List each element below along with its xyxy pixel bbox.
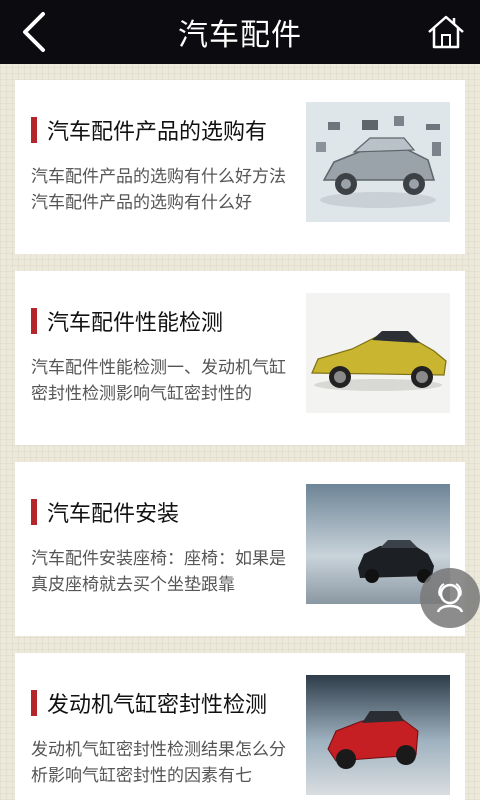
customer-service-button[interactable] [420,568,480,628]
title-accent-bar [31,499,37,525]
article-title-text: 汽车配件安装 [47,502,180,527]
top-bar: 汽车配件 [0,0,480,64]
page-title: 汽车配件 [178,18,302,53]
article-summary: 汽车配件安装座椅：座椅：如果是真皮座椅就去买个坐垫跟靠 [31,549,286,595]
yellow-sports-car-image [306,293,450,413]
article-summary: 汽车配件产品的选购有什么好方法汽车配件产品的选购有什么好 [31,167,286,213]
exploded-car-parts-image [306,102,450,222]
title-accent-bar [31,690,37,716]
title-accent-bar [31,117,37,143]
article-title: 汽车配件安装 [31,498,180,527]
article-title: 发动机气缸密封性检测 [31,689,268,718]
article-title: 汽车配件产品的选购有 [31,116,268,145]
article-title-text: 汽车配件产品的选购有 [47,120,268,145]
article-card[interactable]: 发动机气缸密封性检测 发动机气缸密封性检测结果怎么分析影响气缸密封性的因素有七 [15,653,465,800]
back-button[interactable] [10,8,58,56]
article-summary: 汽车配件性能检测一、发动机气缸密封性检测影响气缸密封性的 [31,358,286,404]
article-card[interactable]: 汽车配件性能检测 汽车配件性能检测一、发动机气缸密封性检测影响气缸密封性的 [15,271,465,445]
article-summary: 发动机气缸密封性检测结果怎么分析影响气缸密封性的因素有七 [31,740,286,786]
home-button[interactable] [422,8,470,56]
customer-service-icon [436,583,464,613]
article-title: 汽车配件性能检测 [31,307,224,336]
home-icon [428,15,464,49]
article-title-text: 汽车配件性能检测 [47,311,224,336]
chevron-left-icon [23,12,45,52]
red-sports-car-image [306,675,450,795]
article-card[interactable]: 汽车配件产品的选购有 汽车配件产品的选购有什么好方法汽车配件产品的选购有什么好 [15,80,465,254]
article-title-text: 发动机气缸密封性检测 [47,693,268,718]
title-accent-bar [31,308,37,334]
article-card[interactable]: 汽车配件安装 汽车配件安装座椅：座椅：如果是真皮座椅就去买个坐垫跟靠 [15,462,465,636]
